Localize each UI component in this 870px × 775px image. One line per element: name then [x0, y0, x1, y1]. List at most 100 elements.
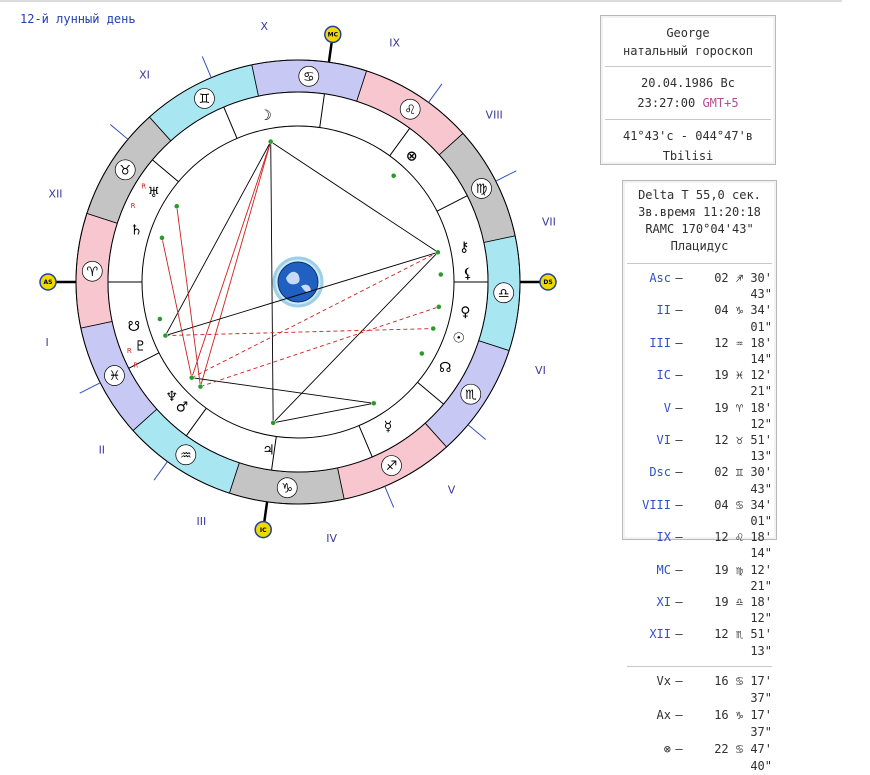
house-name: III [649, 335, 671, 350]
lilith-glyph: ⚸ [463, 266, 473, 282]
dash: – [675, 627, 683, 642]
dash: – [675, 707, 683, 722]
moon-glyph: ☽ [259, 108, 272, 124]
house-number-label: II [99, 444, 106, 457]
dash: – [675, 400, 683, 415]
house-name: MC [656, 562, 671, 577]
house-value: 19 ♈ 18' 12" [714, 400, 772, 431]
sign-glyph: ♓ [109, 369, 121, 384]
house-cusp-row: MC – 19 ♍ 12' 21" [623, 562, 776, 594]
retrograde-mark: R [133, 362, 138, 370]
aspect-point [436, 304, 442, 310]
house-cusp-row: III – 12 ♒ 18' 14" [623, 335, 776, 367]
axis-label-dsc: DS [543, 279, 552, 286]
point-value: 16 ♋ 17' 37" [714, 673, 772, 705]
birth-date: 20.04.1986 Вс [641, 76, 735, 90]
house-cusp-tick [201, 56, 212, 78]
house-name: XI [656, 595, 671, 610]
aspect-point [159, 235, 165, 241]
house-cusp-row: IX – 12 ♌ 18' 14" [623, 529, 776, 561]
sign-glyph: ♋ [303, 70, 315, 85]
house-number-label: III [196, 515, 206, 528]
house-cusp-row: V – 19 ♈ 18' 12" [623, 400, 776, 432]
aspect-point [270, 420, 276, 426]
aspect-point [390, 172, 397, 179]
venus-glyph: ♀ [460, 305, 470, 321]
aspect-point [173, 203, 180, 209]
birth-time: 23:27:00 [637, 96, 696, 110]
fortune-glyph: ⊗ [406, 149, 418, 165]
house-number-label: IX [389, 37, 400, 50]
dash: – [675, 465, 683, 480]
sign-glyph: ♎ [498, 286, 510, 301]
house-cusp-row: XII – 12 ♏ 51' 13" [623, 626, 776, 658]
ramc: RAMC 170°04'43" [645, 222, 754, 236]
aspect-point [430, 325, 436, 332]
house-name: IC [656, 368, 671, 383]
house-name: II [656, 303, 671, 318]
axis-label-mc: MC [328, 32, 339, 39]
dash: – [675, 335, 683, 350]
house-cusp-tick [109, 124, 129, 140]
house-cusp-tick [495, 170, 517, 182]
house-number-label: XII [49, 188, 63, 201]
birth-info-panel: George натальный гороскоп 20.04.1986 Вс … [600, 15, 776, 165]
house-name: Dsc [649, 465, 671, 480]
aspect-point [435, 249, 441, 256]
axis-label-asc: AS [44, 279, 53, 286]
delta-t: Delta T 55,0 сек. [638, 188, 761, 202]
house-cusp-tick [467, 424, 487, 440]
house-number-label: X [261, 20, 269, 33]
house-cusp-row: XI – 19 ♎ 18' 12" [623, 594, 776, 626]
aspect-point [157, 316, 163, 322]
house-value: 12 ♒ 18' 14" [714, 335, 772, 367]
uranus-glyph: ♅ [148, 185, 161, 201]
neptune-glyph: ♆ [165, 389, 178, 405]
house-name: VI [656, 433, 671, 448]
timezone: GMT+5 [702, 96, 739, 110]
house-cusp-tick [79, 382, 101, 394]
dash: – [675, 530, 683, 545]
chart-type: натальный гороскоп [622, 44, 754, 58]
mercury-glyph: ☿ [384, 419, 393, 435]
divider [605, 66, 771, 67]
house-cusp-row: IC – 19 ♓ 12' 21" [623, 367, 776, 399]
axis-label-ic: IC [260, 527, 267, 534]
aspect-point [188, 374, 195, 381]
sign-glyph: ♉ [119, 163, 131, 178]
house-cusp-tick [153, 461, 168, 481]
house-value: 19 ♓ 12' 21" [714, 368, 772, 399]
house-number-label: V [448, 483, 456, 496]
house-value: 19 ♎ 18' 12" [714, 595, 772, 626]
sign-glyph: ♏ [465, 388, 477, 403]
dash: – [675, 673, 683, 688]
house-number-label: VII [542, 216, 556, 229]
house-cusp-row: VIII – 04 ♋ 34' 01" [623, 497, 776, 529]
house-cusp-tick [428, 83, 443, 103]
dash: – [675, 741, 683, 756]
sign-glyph: ♊ [199, 92, 211, 107]
house-cusps-list: Asc –02 ♐ 30' 43" II –04 ♑ 34' 01" III –12 ♒ … [623, 270, 776, 659]
divider [627, 263, 772, 264]
house-cusp-tick [384, 486, 395, 508]
retrograde-mark: R [131, 202, 136, 210]
house-name: XII [649, 627, 671, 642]
sun-glyph: ☉ [452, 330, 465, 346]
house-number-label: XI [139, 69, 150, 82]
house-value: 02 ♊ 30' 43" [714, 465, 772, 496]
point-value: 16 ♑ 17' 37" [714, 707, 772, 739]
aspect-point [267, 138, 274, 145]
south-node-glyph: ☋ [128, 319, 140, 335]
chiron-glyph: ⚷ [459, 240, 469, 256]
aspect-point [197, 383, 204, 390]
house-number-label: I [46, 336, 49, 349]
house-name: Asc [649, 271, 671, 285]
point-value: 22 ♋ 47' 40" [714, 741, 772, 773]
city: Tbilisi [662, 149, 714, 163]
dash: – [675, 562, 683, 577]
birth-time-row: 23:27:00 GMT+5 [601, 93, 775, 113]
house-value: 12 ♉ 51' 13" [714, 433, 772, 464]
coordinates: 41°43'с - 044°47'в [622, 129, 754, 143]
house-value: 02 ♐ 30' 43" [714, 271, 772, 302]
sign-glyph: ♈ [86, 265, 98, 280]
